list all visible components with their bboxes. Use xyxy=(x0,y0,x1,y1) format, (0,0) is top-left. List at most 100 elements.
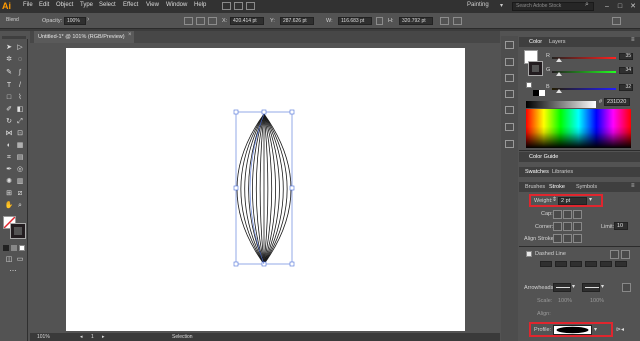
menu-help[interactable]: Help xyxy=(194,2,206,8)
weight-field[interactable]: 2 pt xyxy=(558,197,587,205)
pen-tool-icon[interactable]: ✎ xyxy=(4,68,14,77)
none-mode-icon[interactable] xyxy=(19,245,25,251)
chevron-down-icon[interactable]: ▾ xyxy=(572,283,575,290)
bridge-icon[interactable] xyxy=(222,2,231,10)
none-swatch[interactable] xyxy=(526,82,532,88)
menu-file[interactable]: File xyxy=(23,2,33,8)
edit-toolbar-icon[interactable]: ⋯ xyxy=(8,267,18,276)
dashed-line-checkbox[interactable] xyxy=(526,251,532,257)
menu-object[interactable]: Object xyxy=(56,2,73,8)
gap-field[interactable] xyxy=(615,261,627,267)
edit-contents-icon[interactable] xyxy=(453,17,462,25)
transform-icon[interactable] xyxy=(196,17,205,25)
butt-cap-button[interactable] xyxy=(553,210,562,219)
start-arrowhead-select[interactable] xyxy=(553,283,571,292)
tab-stroke[interactable]: Stroke xyxy=(549,184,565,190)
isolate-icon[interactable] xyxy=(440,17,449,25)
search-stock-input[interactable]: Search Adobe Stock xyxy=(512,2,594,11)
maximize-button[interactable]: □ xyxy=(614,1,626,12)
link-proportions-icon[interactable] xyxy=(376,17,383,25)
menu-effect[interactable]: Effect xyxy=(123,2,138,8)
x-field[interactable]: 420.414 pt xyxy=(230,17,264,25)
stroke-swatch[interactable] xyxy=(10,223,26,239)
miter-join-button[interactable] xyxy=(553,222,562,231)
tab-layers[interactable]: Layers xyxy=(549,39,566,45)
document-tab[interactable]: Untitled-1* @ 101% (RGB/Preview) xyxy=(34,31,134,43)
draw-mode-icon[interactable]: ◫ xyxy=(4,255,14,264)
profile-select[interactable] xyxy=(553,325,592,335)
opacity-field[interactable]: 100% xyxy=(64,17,86,25)
white-swatch[interactable] xyxy=(539,90,545,96)
panel-menu-icon[interactable]: ≡ xyxy=(631,37,635,43)
b-slider-knob[interactable] xyxy=(556,89,562,93)
tab-color[interactable]: Color xyxy=(529,39,542,45)
menu-select[interactable]: Select xyxy=(99,2,116,8)
dash-field[interactable] xyxy=(600,261,612,267)
tab-color-guide[interactable]: Color Guide xyxy=(529,154,558,160)
current-tool-status[interactable]: Selection xyxy=(172,334,193,340)
h-field[interactable]: 320.792 pt xyxy=(399,17,433,25)
workspace-switcher[interactable]: Painting xyxy=(467,2,489,8)
color-spectrum[interactable] xyxy=(526,109,631,148)
minimize-button[interactable]: – xyxy=(601,1,613,12)
menu-type[interactable]: Type xyxy=(80,2,93,8)
gradient-mode-icon[interactable] xyxy=(11,245,17,251)
gap-field[interactable] xyxy=(585,261,597,267)
bridge-icons[interactable] xyxy=(222,2,262,11)
dash-field[interactable] xyxy=(540,261,552,267)
align-icon[interactable] xyxy=(184,17,193,25)
bevel-join-button[interactable] xyxy=(573,222,582,231)
flip-along-icon[interactable]: ⊳◂ xyxy=(616,326,624,333)
color-mode-icon[interactable] xyxy=(3,245,9,251)
color-stroke-swatch[interactable] xyxy=(528,61,543,76)
paintbrush-tool-icon[interactable]: ⌇ xyxy=(15,93,25,102)
swap-arrowheads-button[interactable] xyxy=(622,283,631,292)
artboard-navigator[interactable]: ◂ xyxy=(80,334,83,340)
next-artboard-icon[interactable]: ▸ xyxy=(102,334,105,340)
align-panel-icon[interactable] xyxy=(505,123,514,131)
hand-tool-icon[interactable]: ✋ xyxy=(4,201,14,210)
properties-panel-icon[interactable] xyxy=(505,41,514,49)
rotate-tool-icon[interactable]: ↻ xyxy=(4,117,14,126)
r-value[interactable]: 35 xyxy=(619,53,633,60)
b-value[interactable]: 32 xyxy=(619,84,633,91)
scale-tool-icon[interactable]: ⤢ xyxy=(15,117,25,126)
column-graph-tool-icon[interactable]: ▥ xyxy=(15,177,25,186)
search-icon[interactable]: ⌕ xyxy=(585,1,589,9)
selection-tool-icon[interactable]: ➤ xyxy=(4,43,14,52)
r-slider-knob[interactable] xyxy=(556,58,562,62)
y-field[interactable]: 287.626 pt xyxy=(280,17,314,25)
end-arrowhead-select[interactable] xyxy=(582,283,600,292)
shaper-tool-icon[interactable]: ✐ xyxy=(4,105,14,114)
panel-menu-icon[interactable]: ≡ xyxy=(631,183,635,189)
free-transform-tool-icon[interactable]: ⊡ xyxy=(15,129,25,138)
workspace-icon[interactable] xyxy=(246,2,255,10)
tab-libraries[interactable]: Libraries xyxy=(552,169,573,175)
blend-artwork[interactable] xyxy=(66,48,465,331)
blend-tool-icon[interactable]: ◎ xyxy=(15,165,25,174)
symbol-sprayer-tool-icon[interactable]: ✺ xyxy=(4,177,14,186)
slice-tool-icon[interactable]: ⧄ xyxy=(15,189,25,198)
g-slider-knob[interactable] xyxy=(556,72,562,76)
transparency-panel-icon[interactable] xyxy=(505,74,514,82)
artboard-number[interactable]: 1 xyxy=(91,334,94,340)
direct-selection-tool-icon[interactable]: ▷ xyxy=(15,43,25,52)
eyedropper-tool-icon[interactable]: ✒ xyxy=(4,165,14,174)
mesh-tool-icon[interactable]: ⌗ xyxy=(4,153,14,162)
opacity-arrow-icon[interactable]: › xyxy=(87,16,89,23)
pathfinder-panel-icon[interactable] xyxy=(505,140,514,148)
menu-edit[interactable]: Edit xyxy=(39,2,49,8)
line-tool-icon[interactable]: / xyxy=(15,81,25,90)
chevron-down-icon[interactable]: ▾ xyxy=(589,196,592,203)
type-tool-icon[interactable]: T xyxy=(4,81,14,90)
gradient-panel-icon[interactable] xyxy=(505,90,514,98)
artboard-tool-icon[interactable]: ⊞ xyxy=(4,189,14,198)
arrange-documents-icon[interactable] xyxy=(234,2,243,10)
lasso-tool-icon[interactable]: ◌ xyxy=(15,55,25,64)
tab-brushes[interactable]: Brushes xyxy=(525,184,545,190)
panel-menu-icon[interactable] xyxy=(612,17,621,25)
round-cap-button[interactable] xyxy=(563,210,572,219)
grayscale-ramp[interactable] xyxy=(526,101,596,108)
zoom-tool-icon[interactable]: ⌕ xyxy=(15,201,25,210)
close-tab-icon[interactable]: × xyxy=(128,32,132,38)
